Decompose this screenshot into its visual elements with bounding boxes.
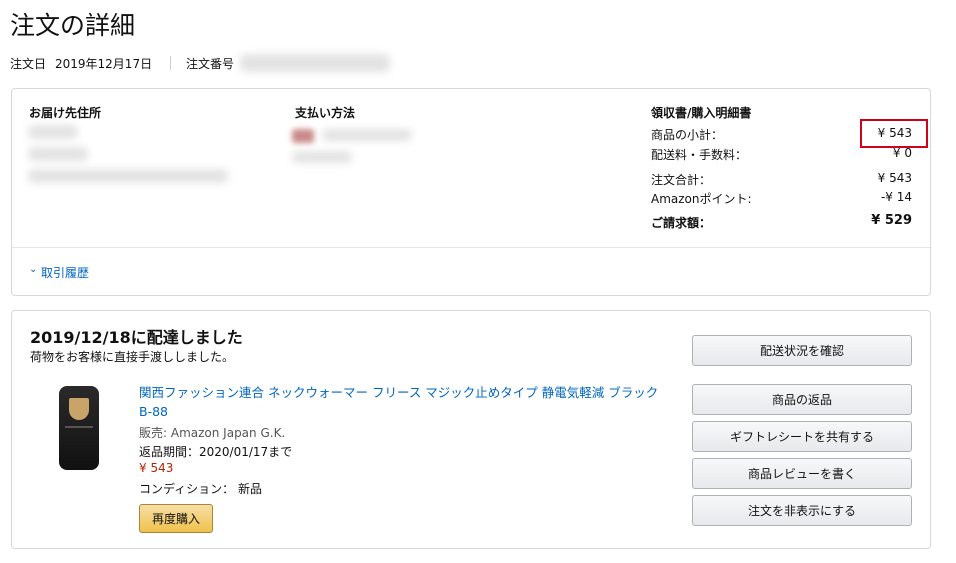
- share-gift-receipt-button[interactable]: ギフトレシートを共有する: [692, 421, 912, 452]
- product-title-link[interactable]: 関西ファッション連合 ネックウォーマー フリース マジック止めタイプ 静電気軽減…: [139, 383, 664, 421]
- order-total-label: 注文合計：: [651, 173, 712, 187]
- points-value: -¥ 14: [880, 190, 912, 204]
- grand-total-value: ¥ 529: [871, 213, 912, 228]
- points-label: Amazonポイント:: [651, 192, 752, 206]
- buy-again-button[interactable]: 再度購入: [139, 504, 213, 533]
- order-number-redacted: [240, 54, 390, 72]
- address-redacted: [28, 147, 88, 161]
- transaction-history-link[interactable]: 取引履歴: [41, 264, 89, 281]
- delivery-status-title: 2019/12/18に配達しました: [30, 328, 243, 347]
- payment-redacted: [322, 129, 412, 141]
- condition-text: コンディション： 新品: [139, 482, 262, 496]
- write-review-button[interactable]: 商品レビューを書く: [692, 458, 912, 489]
- return-period-text: 返品期間：2020/01/17まで: [139, 445, 293, 459]
- order-number-label: 注文番号: [186, 57, 235, 71]
- payment-redacted: [292, 151, 352, 163]
- order-date: 2019年12月17日: [55, 57, 153, 71]
- page-title: 注文の詳細: [10, 11, 136, 40]
- shipment-box: 2019/12/18に配達しました 荷物をお客様に直接手渡ししました。 関西ファ…: [11, 310, 931, 549]
- order-summary-box: お届け先住所 支払い方法 領収書/購入明細書 商品の小計： ¥ 543 配送料・…: [11, 88, 931, 296]
- address-redacted: [28, 125, 78, 139]
- track-package-button[interactable]: 配送状況を確認: [692, 335, 912, 366]
- order-date-label: 注文日: [10, 57, 47, 71]
- grand-total-label: ご請求額：: [651, 216, 712, 230]
- product-image[interactable]: [59, 386, 99, 470]
- product-price: ¥ 543: [139, 461, 174, 475]
- divider: [170, 56, 171, 70]
- label-stripe: [65, 426, 93, 428]
- seller-text: 販売: Amazon Japan G.K.: [139, 426, 286, 440]
- highlight-box: [860, 119, 928, 148]
- order-total-value: ¥ 543: [877, 171, 912, 185]
- receipt-header: 領収書/購入明細書: [651, 106, 752, 120]
- card-logo-icon: [292, 129, 314, 143]
- badge-icon: [69, 398, 89, 420]
- address-redacted: [28, 169, 228, 183]
- shipping-fee-value: ¥ 0: [892, 146, 912, 160]
- shipping-fee-label: 配送料・手数料：: [651, 148, 748, 162]
- box-divider: [12, 247, 930, 248]
- subtotal-label: 商品の小計：: [651, 128, 724, 142]
- hide-order-button[interactable]: 注文を非表示にする: [692, 495, 912, 526]
- payment-method-header: 支払い方法: [295, 106, 356, 120]
- chevron-down-icon: ⌄: [29, 264, 38, 275]
- delivery-status-detail: 荷物をお客様に直接手渡ししました。: [30, 350, 235, 364]
- shipping-address-header: お届け先住所: [29, 106, 102, 120]
- return-item-button[interactable]: 商品の返品: [692, 384, 912, 415]
